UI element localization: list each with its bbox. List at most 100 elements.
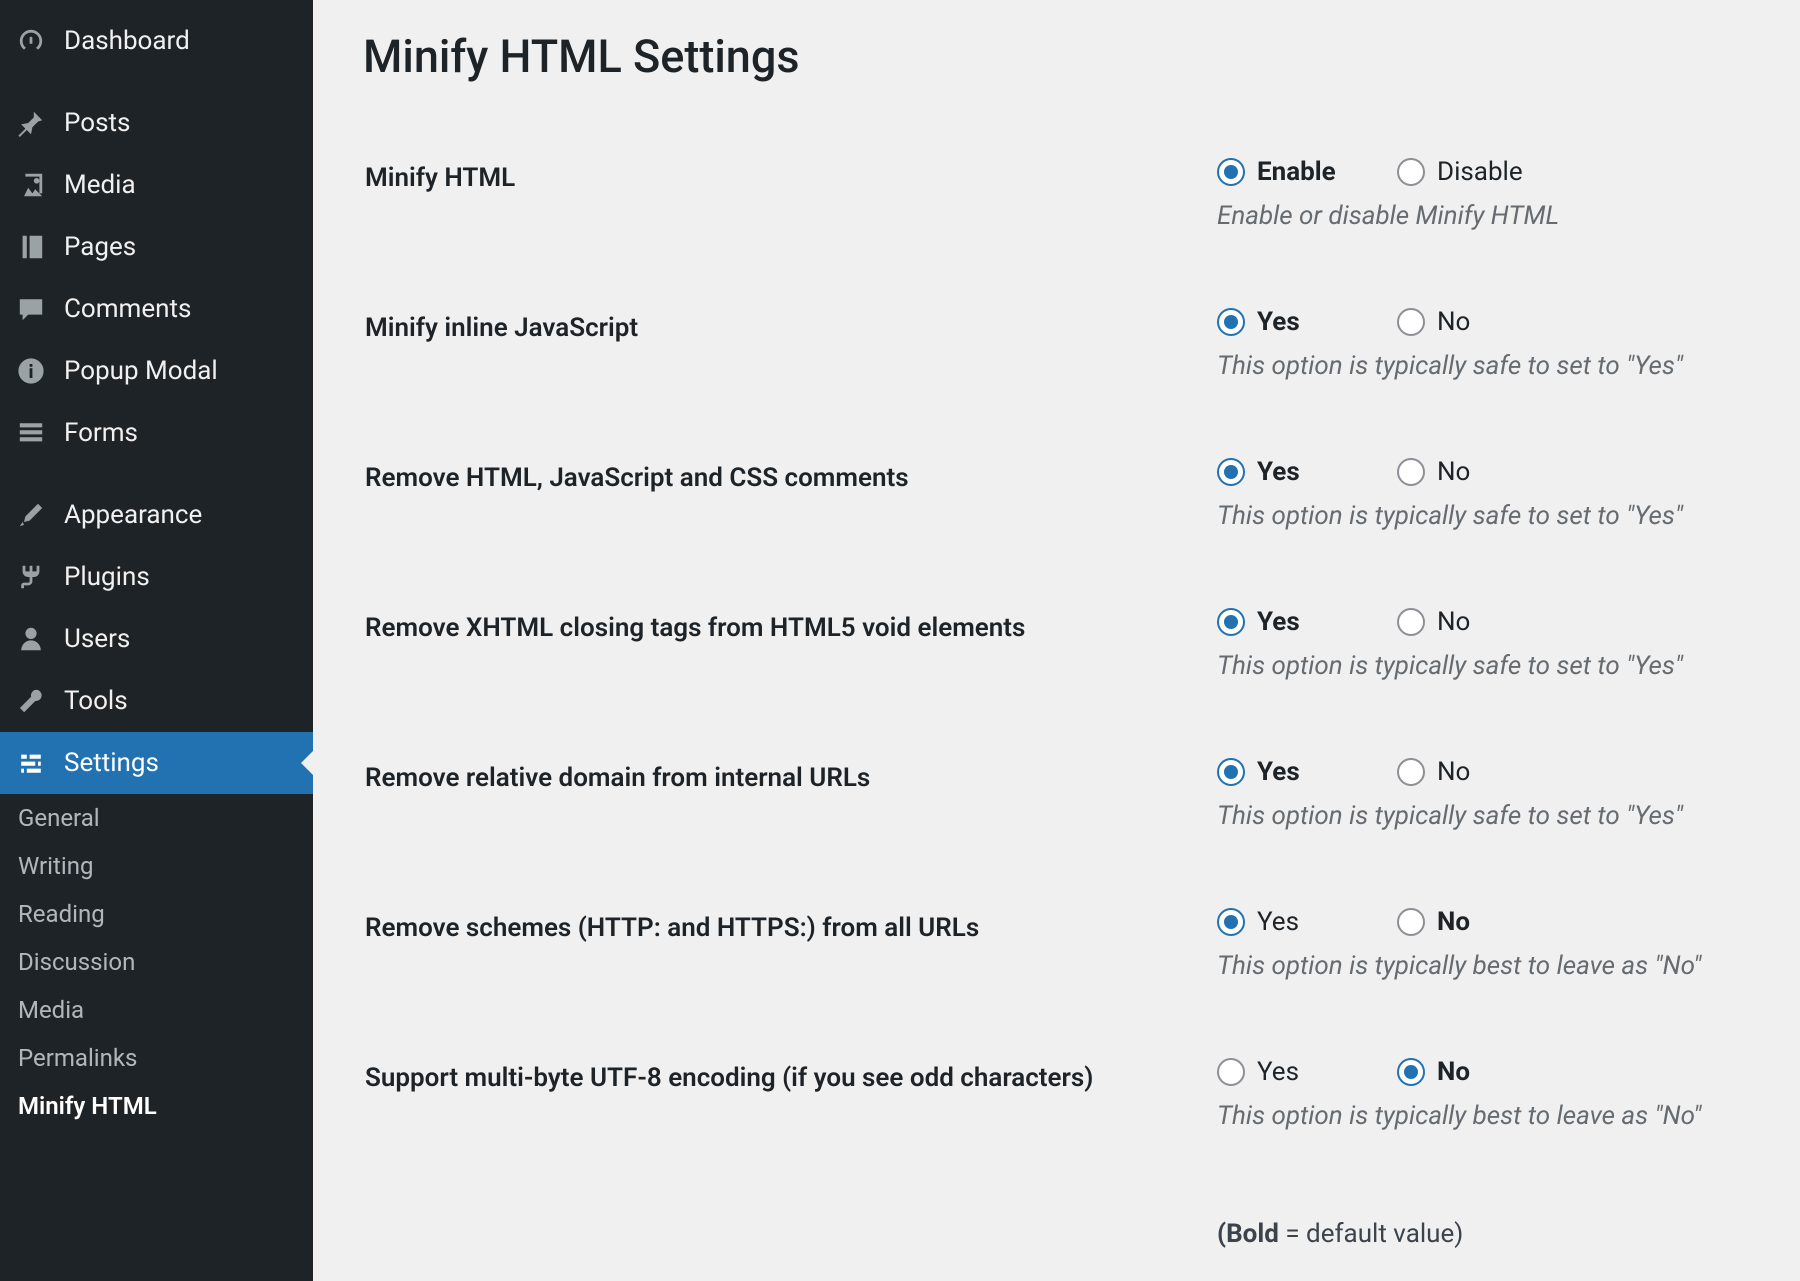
media-icon [14, 168, 48, 202]
radio-input[interactable] [1397, 158, 1425, 186]
sidebar-item-posts[interactable]: Posts [0, 92, 313, 154]
radio-option-yes[interactable]: Yes [1217, 457, 1397, 487]
sidebar-item-label: Pages [64, 232, 136, 262]
sidebar-item-plugins[interactable]: Plugins [0, 546, 313, 608]
radio-option-yes[interactable]: Yes [1217, 607, 1397, 637]
sidebar-item-label: Posts [64, 108, 130, 138]
sidebar-item-popup-modal[interactable]: Popup Modal [0, 340, 313, 402]
sidebar-item-forms[interactable]: Forms [0, 402, 313, 464]
sidebar-item-settings[interactable]: Settings [0, 732, 313, 794]
sidebar-subitem-reading[interactable]: Reading [0, 890, 313, 938]
setting-controls: Yes No This option is typically safe to se… [1217, 733, 1748, 881]
setting-controls: Yes No This option is typically safe to se… [1217, 283, 1748, 431]
radio-option-disable[interactable]: Disable [1397, 157, 1577, 187]
sidebar-subitem-permalinks[interactable]: Permalinks [0, 1034, 313, 1082]
setting-label: Remove HTML, JavaScript and CSS comments [365, 433, 1215, 581]
radio-input[interactable] [1397, 758, 1425, 786]
radio-option-enable[interactable]: Enable [1217, 157, 1397, 187]
setting-description: This option is typically safe to set to … [1217, 351, 1748, 381]
sidebar-item-tools[interactable]: Tools [0, 670, 313, 732]
sidebar-item-label: Comments [64, 294, 191, 324]
setting-controls: EnableDisableEnable or disable Minify HT… [1217, 133, 1748, 281]
radio-label: Yes [1257, 757, 1300, 787]
page-icon [14, 230, 48, 264]
sidebar-item-label: Forms [64, 418, 138, 448]
radio-input[interactable] [1397, 608, 1425, 636]
plug-icon [14, 560, 48, 594]
sidebar-item-appearance[interactable]: Appearance [0, 484, 313, 546]
radio-label: No [1437, 307, 1470, 337]
radio-input[interactable] [1217, 158, 1245, 186]
sidebar-item-label: Dashboard [64, 26, 190, 56]
setting-description: This option is typically best to leave a… [1217, 1101, 1748, 1131]
setting-row: Minify HTMLEnableDisableEnable or disabl… [365, 133, 1748, 281]
sidebar-item-label: Appearance [64, 500, 202, 530]
sidebar-subitem-minify-html[interactable]: Minify HTML [0, 1082, 313, 1130]
radio-input[interactable] [1217, 1058, 1245, 1086]
radio-input[interactable] [1217, 758, 1245, 786]
settings-form-table: Minify HTMLEnableDisableEnable or disabl… [363, 131, 1750, 1281]
setting-description: This option is typically safe to set to … [1217, 801, 1748, 831]
admin-sidebar: Dashboard Posts Media Pages Comments Popup Mo… [0, 0, 313, 1281]
radio-label: Yes [1257, 607, 1300, 637]
radio-option-yes[interactable]: Yes [1217, 907, 1397, 937]
radio-input[interactable] [1397, 458, 1425, 486]
sidebar-subitem-discussion[interactable]: Discussion [0, 938, 313, 986]
sidebar-item-pages[interactable]: Pages [0, 216, 313, 278]
radio-option-no[interactable]: No [1397, 457, 1577, 487]
sidebar-subitem-general[interactable]: General [0, 794, 313, 842]
radio-option-yes[interactable]: Yes [1217, 307, 1397, 337]
setting-row: Remove XHTML closing tags from HTML5 voi… [365, 583, 1748, 731]
radio-label: Yes [1257, 907, 1299, 937]
sidebar-item-label: Popup Modal [64, 356, 218, 386]
radio-option-yes[interactable]: Yes [1217, 1057, 1397, 1087]
setting-controls: YesNoThis option is typically safe to se… [1217, 583, 1748, 731]
setting-controls: Yes No This option is typically best to le… [1217, 883, 1748, 1031]
sidebar-item-label: Settings [64, 748, 159, 778]
sliders-icon [14, 746, 48, 780]
radio-label: Yes [1257, 307, 1300, 337]
sidebar-item-users[interactable]: Users [0, 608, 313, 670]
sidebar-subitem-media[interactable]: Media [0, 986, 313, 1034]
sidebar-item-label: Users [64, 624, 130, 654]
radio-input[interactable] [1217, 608, 1245, 636]
wrench-icon [14, 684, 48, 718]
radio-input[interactable] [1217, 308, 1245, 336]
radio-option-no[interactable]: No [1397, 607, 1577, 637]
radio-option-no[interactable]: No [1397, 907, 1577, 937]
setting-row: Support multi-byte UTF-8 encoding (if yo… [365, 1033, 1748, 1181]
radio-input[interactable] [1397, 908, 1425, 936]
radio-label: No [1437, 607, 1470, 637]
radio-label: No [1437, 1057, 1470, 1087]
sidebar-item-comments[interactable]: Comments [0, 278, 313, 340]
setting-row: Minify inline JavaScriptYesNoThis option… [365, 283, 1748, 431]
setting-label: Remove XHTML closing tags from HTML5 voi… [365, 583, 1215, 731]
setting-description: This option is typically best to leave a… [1217, 951, 1748, 981]
form-icon [14, 416, 48, 450]
sidebar-item-dashboard[interactable]: Dashboard [0, 10, 313, 72]
page-title: Minify HTML Settings [363, 30, 1750, 83]
radio-label: No [1437, 907, 1470, 937]
radio-option-no[interactable]: No [1397, 1057, 1577, 1087]
setting-label: Minify HTML [365, 133, 1215, 281]
brush-icon [14, 498, 48, 532]
setting-label: Support multi-byte UTF-8 encoding (if yo… [365, 1033, 1215, 1181]
radio-option-yes[interactable]: Yes [1217, 757, 1397, 787]
setting-row: Remove relative domain from internal URL… [365, 733, 1748, 881]
radio-label: No [1437, 457, 1470, 487]
radio-option-no[interactable]: No [1397, 307, 1577, 337]
radio-option-no[interactable]: No [1397, 757, 1577, 787]
radio-input[interactable] [1217, 908, 1245, 936]
sidebar-item-label: Media [64, 170, 136, 200]
setting-description: This option is typically safe to set to … [1217, 501, 1748, 531]
radio-input[interactable] [1397, 308, 1425, 336]
setting-label: Remove schemes (HTTP: and HTTPS:) from a… [365, 883, 1215, 1031]
radio-input[interactable] [1397, 1058, 1425, 1086]
sidebar-subitem-writing[interactable]: Writing [0, 842, 313, 890]
sidebar-item-label: Plugins [64, 562, 150, 592]
sidebar-item-media[interactable]: Media [0, 154, 313, 216]
sidebar-item-label: Tools [64, 686, 128, 716]
radio-label: No [1437, 757, 1470, 787]
setting-controls: Yes No This option is typically safe to se… [1217, 433, 1748, 581]
radio-input[interactable] [1217, 458, 1245, 486]
